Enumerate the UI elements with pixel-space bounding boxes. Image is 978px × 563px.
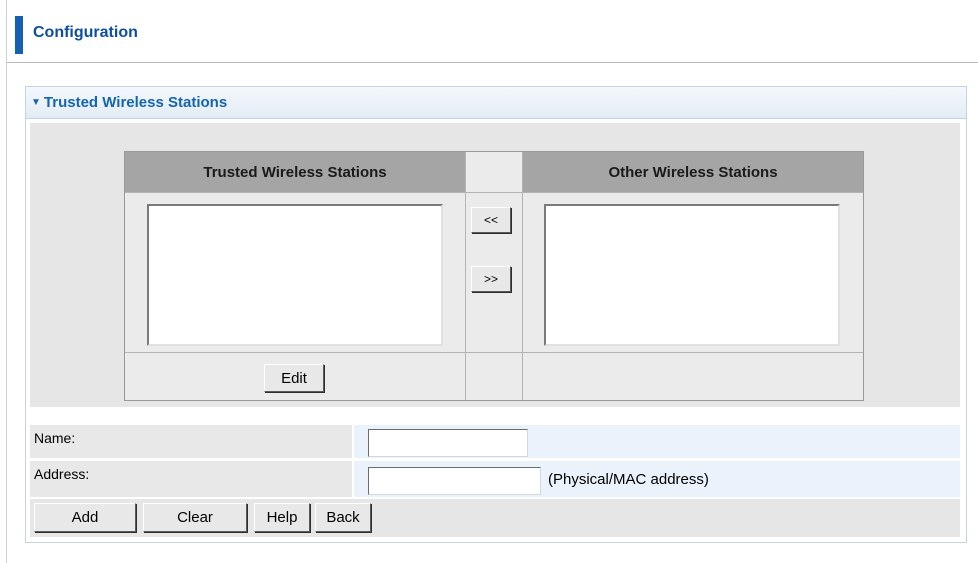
grid-divider (125, 352, 863, 353)
header-accent-bar (15, 16, 23, 54)
stations-grid: Trusted Wireless Stations Other Wireless… (124, 151, 864, 401)
name-row: Name: (30, 425, 960, 458)
page-header: Configuration (7, 0, 978, 63)
other-stations-header: Other Wireless Stations (523, 152, 863, 192)
grid-divider (125, 192, 863, 193)
move-to-other-button[interactable]: >> (471, 266, 511, 292)
back-button[interactable]: Back (315, 503, 371, 532)
trusted-stations-panel: ▼ Trusted Wireless Stations Trusted Wirel… (25, 86, 967, 543)
name-input[interactable] (368, 429, 528, 457)
grid-divider (522, 152, 523, 400)
action-bar: Add Clear Help Back (30, 499, 960, 537)
clear-button[interactable]: Clear (143, 503, 247, 532)
other-stations-list[interactable] (544, 204, 840, 346)
address-row: Address: (Physical/MAC address) (30, 461, 960, 497)
middle-header (466, 152, 522, 192)
collapse-triangle-icon[interactable]: ▼ (31, 97, 41, 108)
name-label: Name: (34, 430, 76, 446)
trusted-stations-list[interactable] (147, 204, 443, 346)
address-hint: (Physical/MAC address) (548, 471, 709, 488)
panel-header[interactable]: ▼ Trusted Wireless Stations (26, 87, 966, 119)
page-title: Configuration (33, 24, 138, 41)
trusted-stations-header: Trusted Wireless Stations (125, 152, 465, 192)
address-label: Address: (34, 466, 90, 482)
help-button[interactable]: Help (254, 503, 310, 532)
add-button[interactable]: Add (34, 503, 136, 532)
address-input[interactable] (368, 467, 541, 495)
panel-title: Trusted Wireless Stations (43, 94, 228, 111)
page-left-border (6, 0, 7, 563)
move-to-trusted-button[interactable]: << (471, 207, 511, 233)
edit-button[interactable]: Edit (264, 364, 324, 392)
grid-divider (465, 152, 466, 400)
